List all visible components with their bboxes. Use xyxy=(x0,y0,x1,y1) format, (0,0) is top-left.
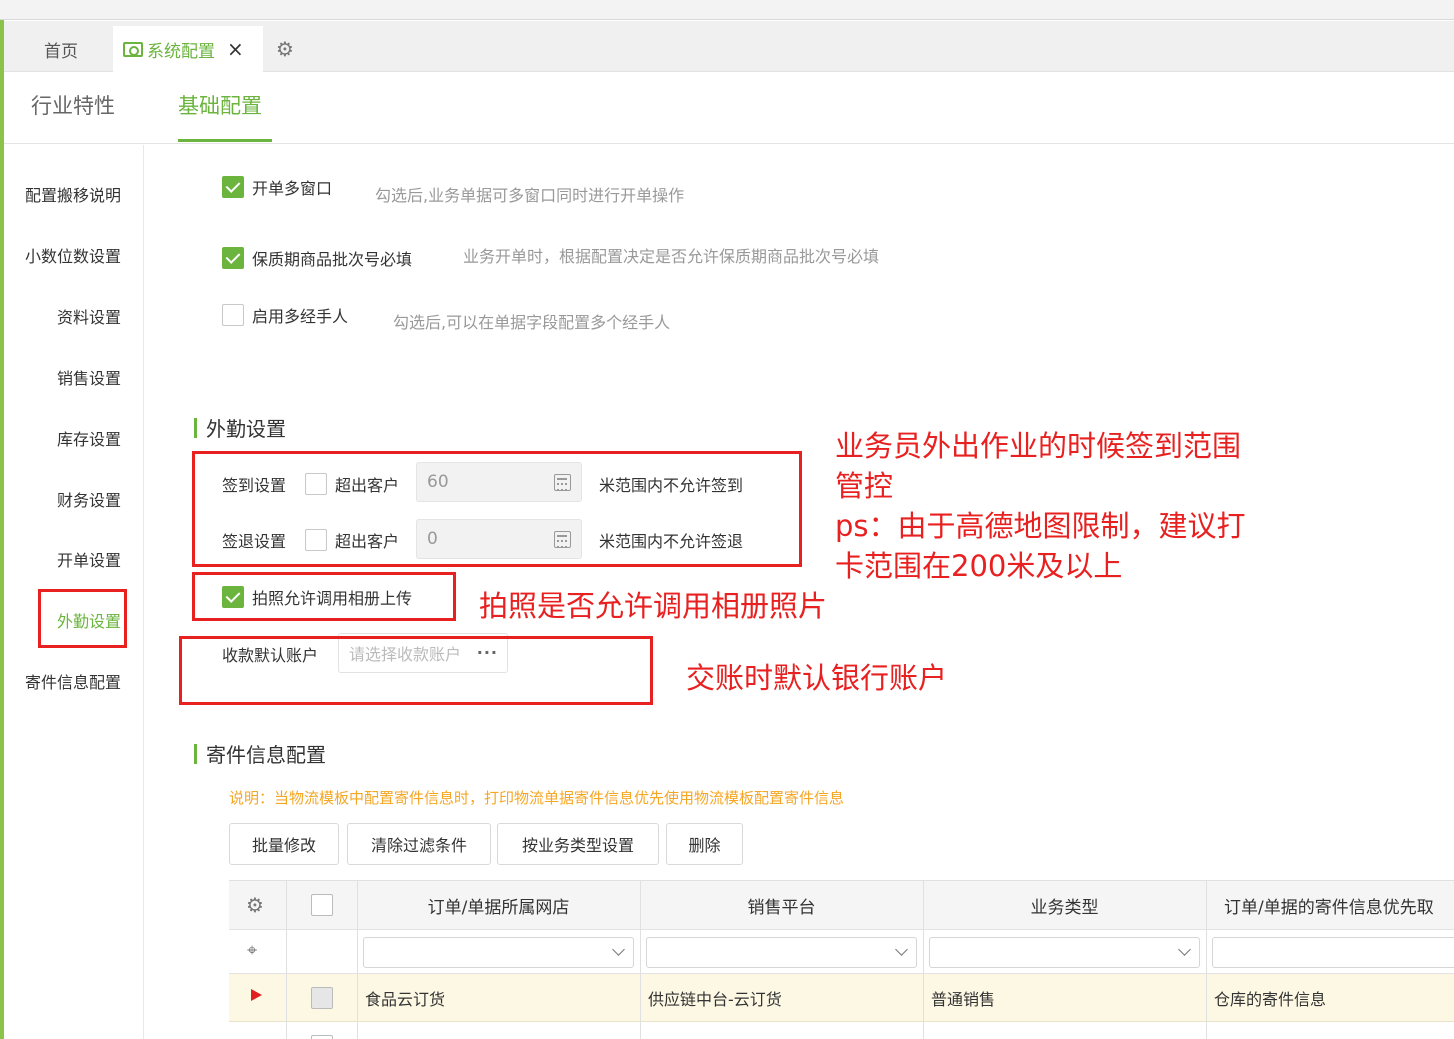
section-bar xyxy=(194,743,197,764)
field-work-title-text: 外勤设置 xyxy=(206,417,286,441)
annotation-range-line4: 卡范围在200米及以上 xyxy=(835,549,1123,583)
gear-icon[interactable]: ⚙ xyxy=(272,26,298,72)
column-divider xyxy=(640,881,641,1039)
column-divider xyxy=(923,881,924,1039)
field-work-section-title: 外勤设置 xyxy=(194,413,286,442)
close-icon[interactable]: × xyxy=(227,37,244,61)
sidebar-item-shipping[interactable]: 寄件信息配置 xyxy=(25,669,121,693)
sidebar-item-inventory[interactable]: 库存设置 xyxy=(57,426,121,450)
clear-filter-button[interactable]: 清除过滤条件 xyxy=(347,823,491,865)
pin-icon[interactable]: ⌖ xyxy=(247,940,257,962)
sub-nav: 行业特性 基础配置 xyxy=(4,72,1454,144)
tab-bar: 首页 系统配置 × ⚙ xyxy=(4,21,1454,72)
multi-window-label: 开单多窗口 xyxy=(252,179,333,198)
set-by-business-type-button[interactable]: 按业务类型设置 xyxy=(497,823,659,865)
column-header-priority[interactable]: 订单/单据的寄件信息优先取 xyxy=(1206,881,1454,930)
tab-home-label: 首页 xyxy=(44,41,78,62)
browser-bookmark-bar xyxy=(0,0,1454,20)
cell-priority: 仓库的寄件信息 xyxy=(1214,990,1327,1009)
column-header-platform[interactable]: 销售平台 xyxy=(640,881,923,930)
sidebar-item-finance[interactable]: 财务设置 xyxy=(57,487,121,511)
shipping-title-text: 寄件信息配置 xyxy=(206,743,326,767)
chevron-down-icon xyxy=(895,943,908,956)
shipping-note: 说明：当物流模板中配置寄件信息时，打印物流单据寄件信息优先使用物流模板配置寄件信… xyxy=(229,789,845,807)
cell-platform: 供应链中台-云订货 xyxy=(648,990,782,1009)
cell-store: 食品云订货 xyxy=(365,990,446,1009)
subtab-basic-config[interactable]: 基础配置 xyxy=(178,90,262,120)
table-header: ⚙ 订单/单据所属网店 销售平台 业务类型 订单/单据的寄件信息优先取 xyxy=(229,881,1454,930)
sidebar-item-data[interactable]: 资料设置 xyxy=(57,304,121,328)
annotation-box-photo xyxy=(192,572,456,621)
priority-filter-select[interactable] xyxy=(1212,937,1454,968)
platform-filter-select[interactable] xyxy=(646,937,917,968)
gear-icon[interactable]: ⚙ xyxy=(246,894,264,916)
column-header-store[interactable]: 订单/单据所属网店 xyxy=(357,881,640,930)
annotation-range-line1: 业务员外出作业的时候签到范围 xyxy=(835,429,1242,463)
multi-window-checkbox[interactable] xyxy=(222,176,244,198)
tab-home[interactable]: 首页 xyxy=(24,26,98,72)
batch-required-desc: 业务开单时，根据配置决定是否允许保质期商品批次号必填 xyxy=(463,247,880,266)
column-divider xyxy=(1206,881,1207,1039)
annotation-box-sidebar xyxy=(38,589,127,648)
multi-handler-label: 启用多经手人 xyxy=(252,307,349,326)
store-filter-select[interactable] xyxy=(363,937,634,968)
chevron-down-icon xyxy=(612,943,625,956)
active-tab-indicator xyxy=(178,139,272,142)
annotation-box-range xyxy=(192,451,802,567)
delete-button[interactable]: 删除 xyxy=(666,823,743,865)
sidebar-item-billing[interactable]: 开单设置 xyxy=(57,547,121,571)
column-divider xyxy=(357,881,358,1039)
shipping-section-title: 寄件信息配置 xyxy=(194,739,326,768)
multi-handler-desc: 勾选后,可以在单据字段配置多个经手人 xyxy=(393,313,671,332)
table-row[interactable] xyxy=(229,1022,1454,1039)
filter-row: ⌖ xyxy=(229,930,1454,974)
chevron-down-icon xyxy=(1178,943,1191,956)
tab-system-config[interactable]: 系统配置 × xyxy=(113,26,263,72)
annotation-account: 交账时默认银行账户 xyxy=(686,661,948,695)
option-multi-window[interactable]: 开单多窗口 xyxy=(222,175,332,199)
option-multi-handler[interactable]: 启用多经手人 xyxy=(222,303,348,327)
batch-required-checkbox[interactable] xyxy=(222,247,244,269)
select-all-checkbox[interactable] xyxy=(311,894,333,916)
section-bar xyxy=(194,417,197,438)
column-header-business-type[interactable]: 业务类型 xyxy=(923,881,1206,930)
config-icon xyxy=(123,41,143,57)
business-type-filter-select[interactable] xyxy=(929,937,1200,968)
sidebar-item-sales[interactable]: 销售设置 xyxy=(57,365,121,389)
multi-window-desc: 勾选后,业务单据可多窗口同时进行开单操作 xyxy=(375,186,685,205)
tab-system-config-label: 系统配置 xyxy=(147,41,215,62)
multi-handler-checkbox[interactable] xyxy=(222,304,244,326)
row-checkbox[interactable] xyxy=(311,1035,333,1039)
annotation-box-account xyxy=(179,636,653,705)
column-divider xyxy=(286,881,287,1039)
batch-edit-button[interactable]: 批量修改 xyxy=(229,823,339,865)
annotation-photo: 拍照是否允许调用相册照片 xyxy=(479,589,828,623)
option-batch-required[interactable]: 保质期商品批次号必填 xyxy=(222,246,412,270)
batch-required-label: 保质期商品批次号必填 xyxy=(252,250,413,269)
row-checkbox[interactable] xyxy=(311,987,333,1009)
annotation-range-line3: ps：由于高德地图限制，建议打 xyxy=(835,509,1246,543)
annotation-range-line2: 管控 xyxy=(835,469,894,503)
current-row-icon xyxy=(251,989,262,1001)
subtab-industry[interactable]: 行业特性 xyxy=(31,90,115,120)
sidebar-item-migration[interactable]: 配置搬移说明 xyxy=(25,182,121,206)
sidebar-item-decimal[interactable]: 小数位数设置 xyxy=(25,243,121,267)
shipping-table: ⚙ 订单/单据所属网店 销售平台 业务类型 订单/单据的寄件信息优先取 ⌖ 食品… xyxy=(229,880,1454,1039)
table-row[interactable]: 食品云订货 供应链中台-云订货 普通销售 仓库的寄件信息 xyxy=(229,974,1454,1022)
cell-business-type: 普通销售 xyxy=(931,990,996,1009)
